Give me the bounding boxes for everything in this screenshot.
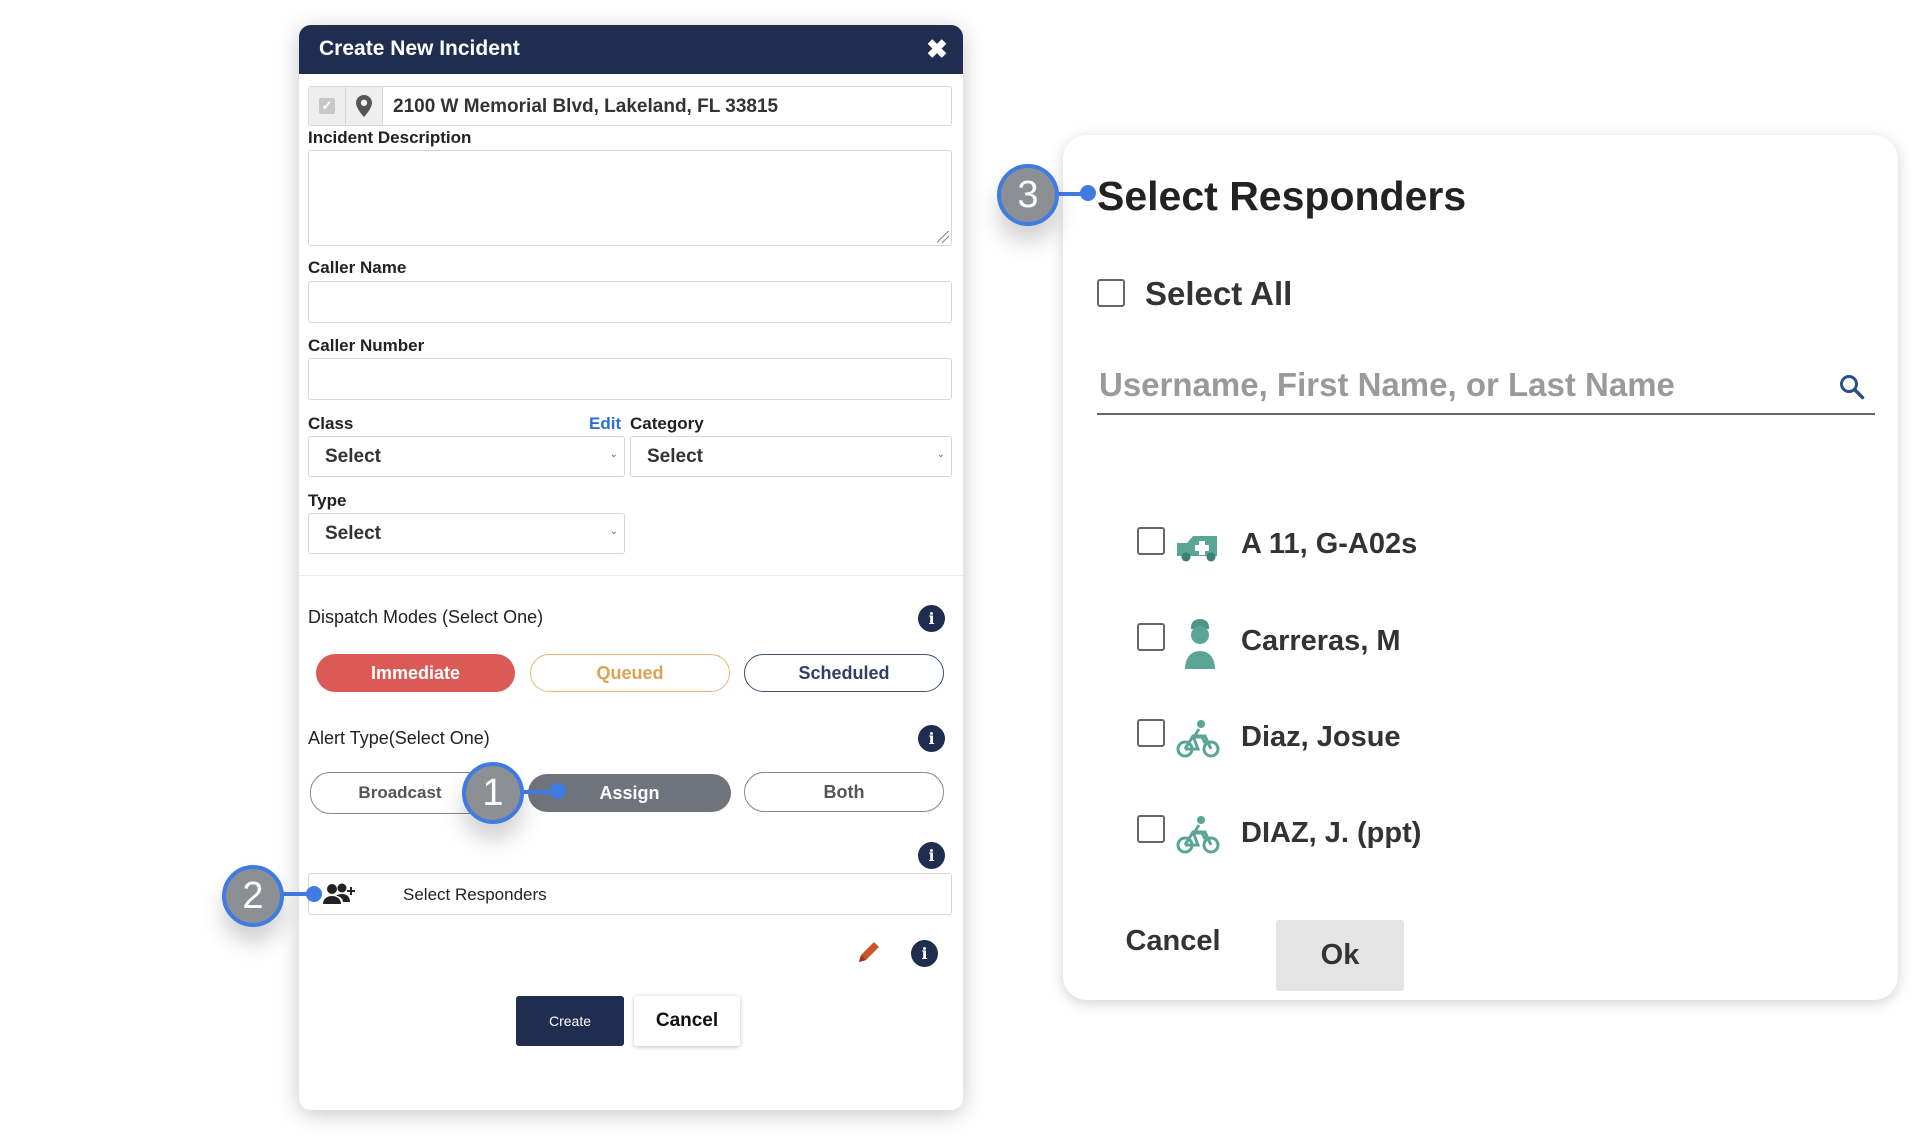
add-users-icon — [323, 882, 357, 911]
info-icon[interactable]: i — [911, 940, 938, 967]
select-responders-text: Select Responders — [403, 885, 547, 904]
callout-marker-3: 3 — [997, 164, 1059, 226]
callout-dot — [1080, 185, 1096, 201]
class-label: Class — [308, 414, 354, 433]
ambulance-icon — [1175, 531, 1225, 568]
callout-marker-1: 1 — [462, 762, 524, 824]
chevron-down-icon: ⌄ — [936, 449, 945, 460]
alert-type-label: Alert Type(Select One) — [308, 728, 490, 748]
responder-checkbox[interactable] — [1137, 815, 1165, 843]
responder-search — [1097, 360, 1875, 415]
responder-name[interactable]: A 11, G-A02s — [1241, 528, 1417, 561]
incident-description-textarea[interactable] — [308, 150, 952, 246]
type-select-value: Select — [325, 523, 381, 544]
bicycle-icon — [1175, 719, 1221, 764]
search-input[interactable] — [1097, 360, 1801, 410]
close-button[interactable]: ✖ — [923, 33, 951, 64]
info-icon[interactable]: i — [918, 605, 945, 632]
class-select[interactable]: Select ⌄ — [308, 436, 625, 477]
resize-handle-icon[interactable] — [937, 231, 949, 243]
responder-checkbox[interactable] — [1137, 623, 1165, 651]
class-select-value: Select — [325, 446, 381, 467]
address-value: 2100 W Memorial Blvd, Lakeland, FL 33815 — [393, 96, 779, 117]
type-label: Type — [308, 491, 347, 510]
responder-checkbox[interactable] — [1137, 719, 1165, 747]
search-icon[interactable] — [1839, 374, 1865, 405]
create-incident-dialog: Create New Incident ✖ ✓ 2100 W Memorial … — [299, 25, 963, 1110]
dispatch-queued-button[interactable]: Queued — [530, 654, 730, 692]
select-all-checkbox[interactable] — [1097, 279, 1125, 307]
dispatch-scheduled-button[interactable]: Scheduled — [744, 654, 944, 692]
info-icon[interactable]: i — [918, 725, 945, 752]
caller-name-label: Caller Name — [308, 258, 407, 277]
pencil-icon[interactable] — [855, 938, 883, 971]
section-divider — [299, 575, 963, 576]
cancel-button[interactable]: Cancel — [634, 996, 740, 1046]
responder-name[interactable]: Carreras, M — [1241, 625, 1401, 658]
bicycle-icon — [1175, 815, 1221, 860]
select-responders-panel: Select Responders Select All A 11, G-A02… — [1063, 135, 1898, 1000]
ok-button[interactable]: Ok — [1276, 920, 1404, 991]
dispatch-modes-label: Dispatch Modes (Select One) — [308, 607, 544, 627]
panel-cancel-button[interactable]: Cancel — [1103, 917, 1243, 965]
dialog-header: Create New Incident ✖ — [299, 25, 963, 74]
select-responders-field[interactable]: Select Responders — [308, 873, 952, 915]
dialog-title: Create New Incident — [319, 37, 520, 60]
person-icon — [1181, 619, 1219, 674]
edit-link[interactable]: Edit — [589, 414, 621, 434]
select-all-label: Select All — [1145, 275, 1293, 312]
location-checkbox[interactable]: ✓ — [309, 87, 346, 125]
category-label: Category — [630, 414, 704, 433]
responder-checkbox[interactable] — [1137, 527, 1165, 555]
type-select[interactable]: Select ⌄ — [308, 513, 625, 554]
check-icon: ✓ — [319, 98, 335, 114]
caller-number-input[interactable] — [308, 358, 952, 400]
dispatch-immediate-button[interactable]: Immediate — [316, 654, 515, 692]
address-field[interactable]: ✓ 2100 W Memorial Blvd, Lakeland, FL 338… — [308, 86, 952, 126]
alert-both-button[interactable]: Both — [744, 772, 944, 812]
callout-dot — [550, 783, 566, 799]
category-select-value: Select — [647, 446, 703, 467]
create-button[interactable]: Create — [516, 996, 624, 1046]
responder-name[interactable]: Diaz, Josue — [1241, 721, 1401, 754]
chevron-down-icon: ⌄ — [609, 449, 618, 460]
close-icon: ✖ — [926, 33, 948, 64]
responder-name[interactable]: DIAZ, J. (ppt) — [1241, 817, 1421, 850]
callout-dot — [306, 886, 322, 902]
category-select[interactable]: Select ⌄ — [630, 436, 952, 477]
info-icon[interactable]: i — [918, 842, 945, 869]
caller-name-input[interactable] — [308, 281, 952, 323]
callout-marker-2: 2 — [222, 865, 284, 927]
caller-number-label: Caller Number — [308, 336, 425, 355]
incident-description-label: Incident Description — [308, 128, 472, 147]
panel-title: Select Responders — [1097, 173, 1467, 219]
chevron-down-icon: ⌄ — [609, 526, 618, 537]
map-pin-icon[interactable] — [346, 87, 383, 125]
